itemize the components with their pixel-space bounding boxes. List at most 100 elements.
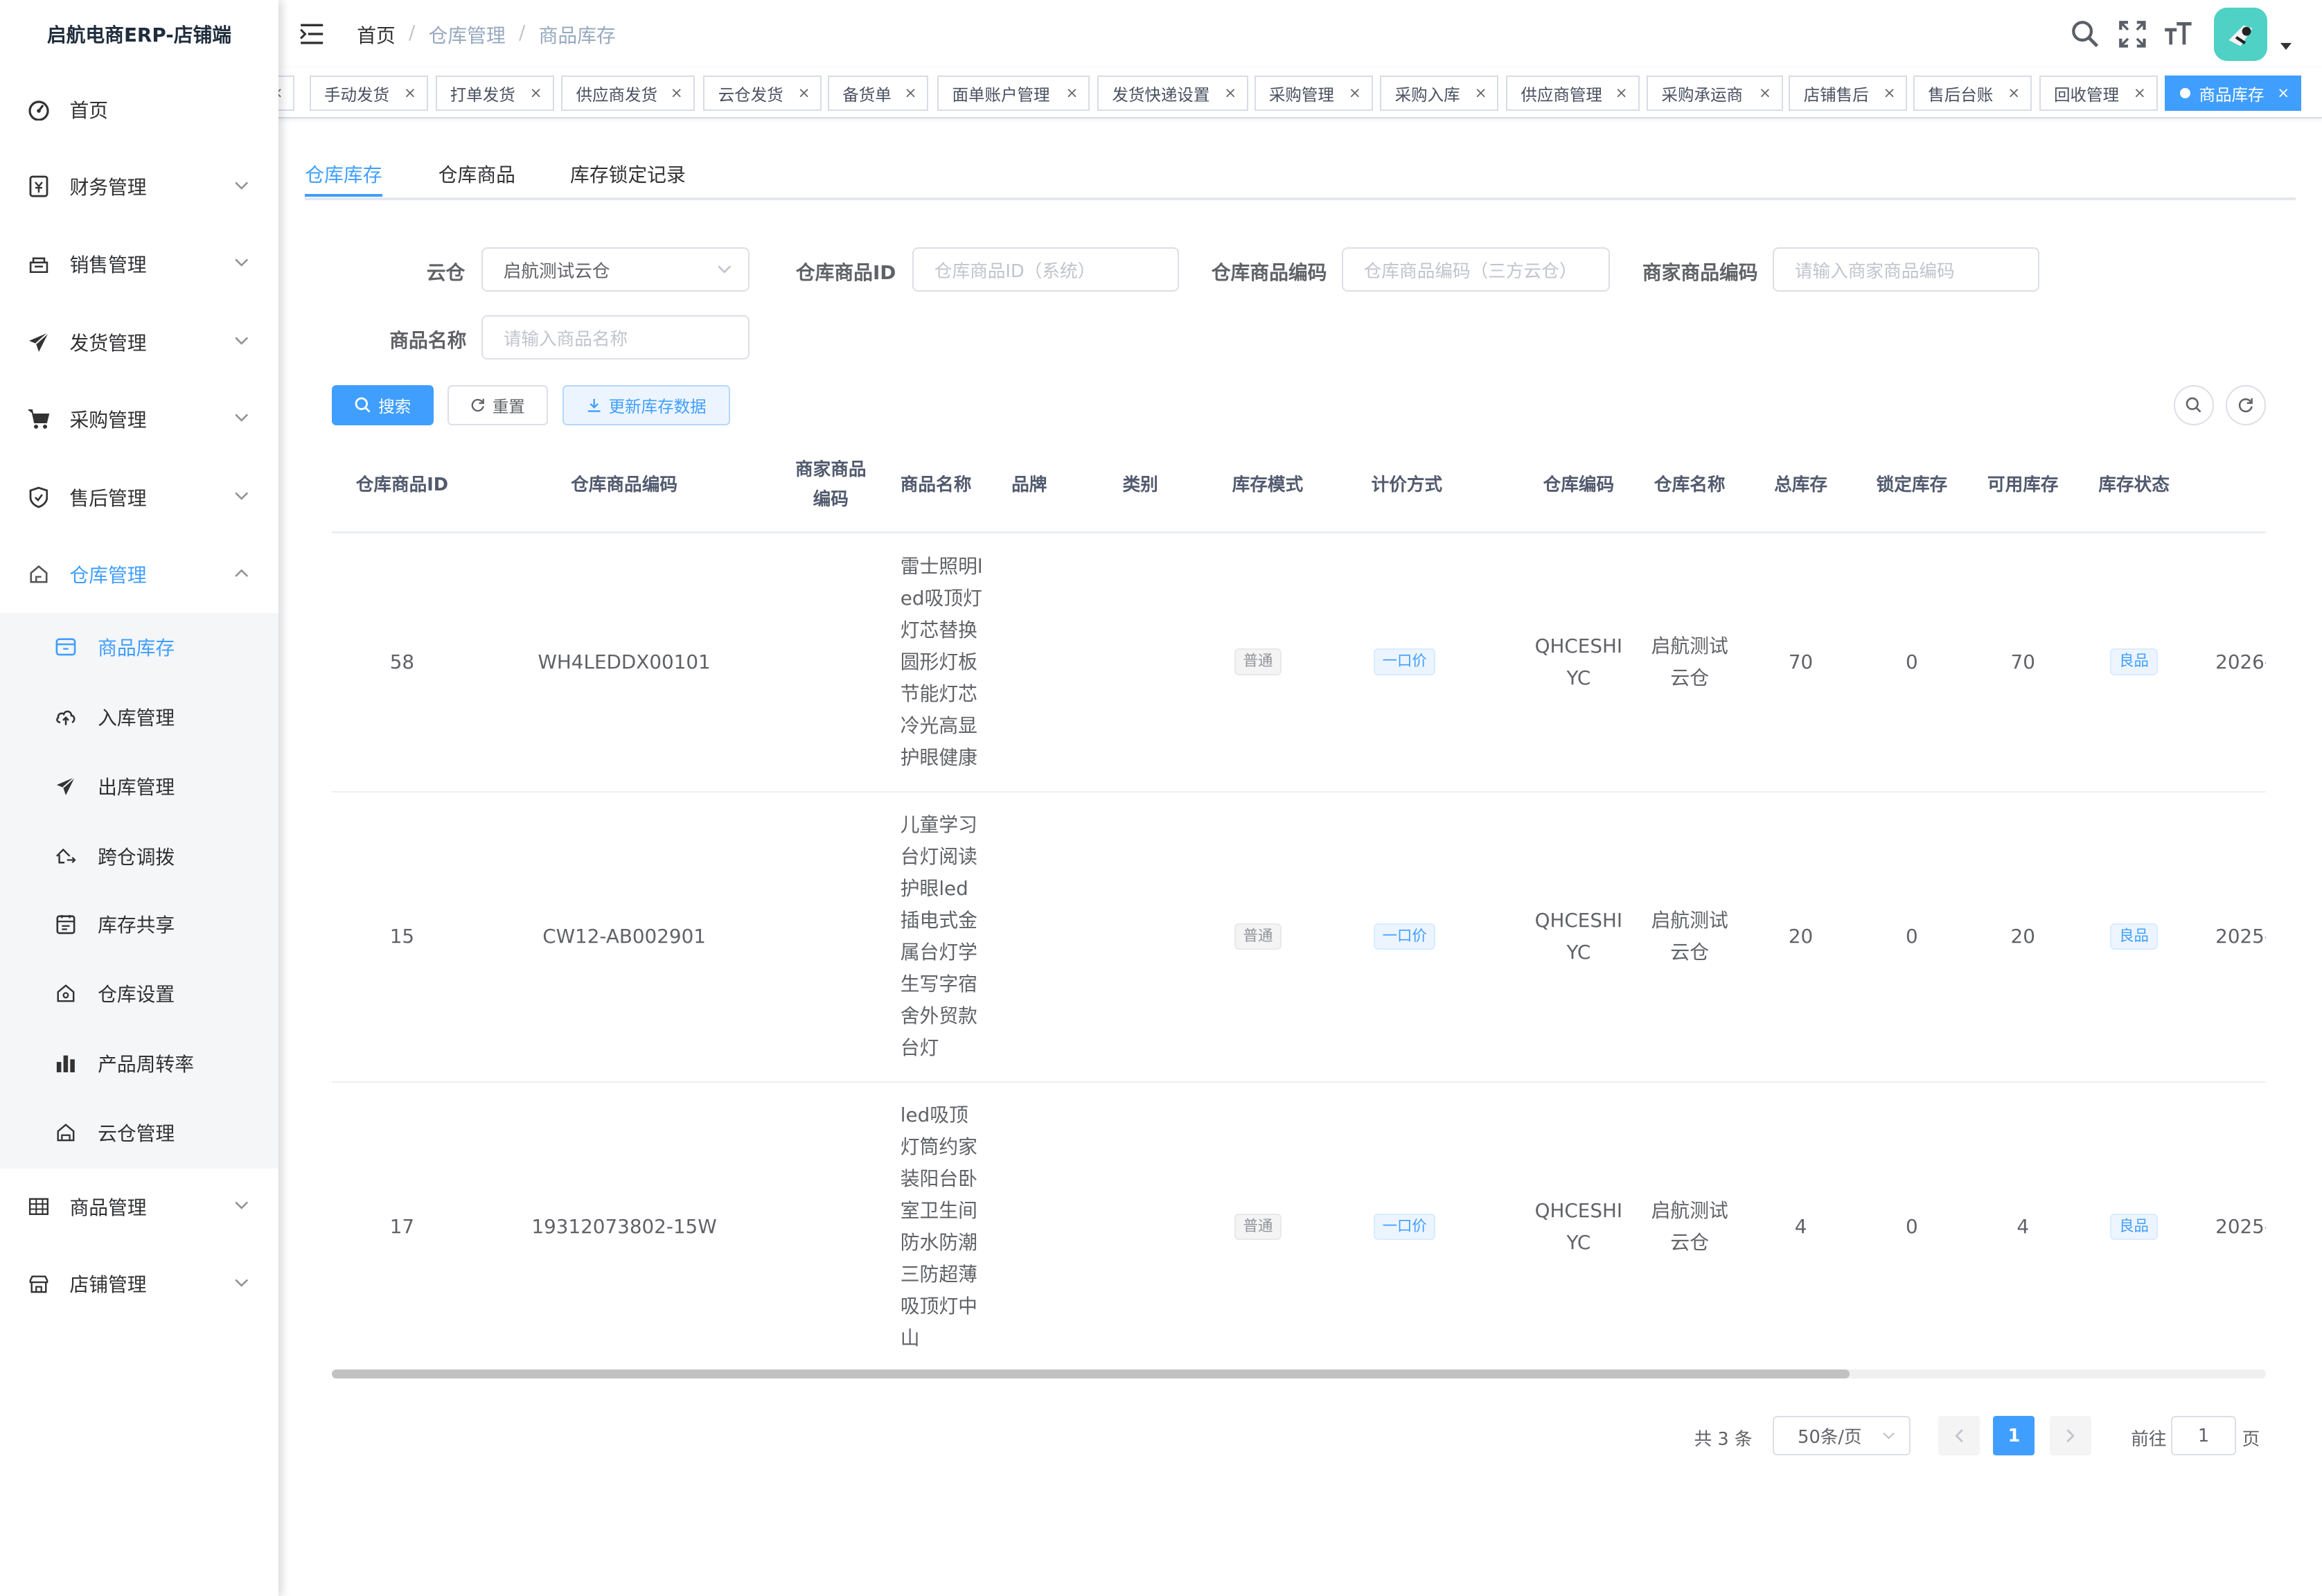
reset-button[interactable]: 重置 (447, 384, 548, 425)
tab-lock-records[interactable]: 库存锁定记录 (570, 160, 686, 188)
tag-item[interactable]: 手动发货 × (309, 76, 428, 112)
close-icon[interactable]: × (1224, 85, 1237, 102)
close-icon[interactable]: × (1615, 85, 1628, 102)
close-icon[interactable]: × (278, 85, 283, 102)
tag-item[interactable]: 采购入库 × (1380, 76, 1499, 112)
page-number-current[interactable]: 1 (1993, 1415, 2035, 1456)
sidebar-item-label: 财务管理 (69, 176, 147, 200)
cell-mode: 普通 (1217, 792, 1299, 1081)
chevron-down-icon (235, 1279, 248, 1287)
sidebar-subitem-cloud[interactable]: 云仓管理 (0, 1099, 278, 1167)
tag-item[interactable]: 打单发货 × (435, 76, 554, 112)
cell-available: 70 (2010, 650, 2035, 673)
close-icon[interactable]: × (530, 85, 542, 102)
tag-item[interactable]: 备货单 × (828, 76, 929, 112)
tag-item[interactable]: 发货快递设置 × (1097, 76, 1249, 112)
avatar[interactable] (2214, 7, 2267, 61)
close-icon[interactable]: × (798, 85, 810, 102)
tag-truncated[interactable]: × (278, 76, 295, 112)
tag-item[interactable]: 采购管理 × (1254, 76, 1373, 112)
tag-item[interactable]: 采购承运商 × (1647, 76, 1783, 112)
prev-page-button[interactable] (1938, 1415, 1980, 1456)
tag-item-active[interactable]: 商品库存 × (2165, 76, 2302, 112)
close-icon[interactable]: × (905, 85, 917, 102)
page-size-select[interactable]: 50条/页 (1772, 1415, 1911, 1456)
close-icon[interactable]: × (404, 85, 416, 102)
sidebar-subitem-inbound[interactable]: 入库管理 (0, 683, 278, 751)
download-icon (587, 398, 601, 412)
close-icon[interactable]: × (1759, 85, 1771, 102)
font-size-icon[interactable] (2163, 19, 2193, 49)
hamburger-icon[interactable] (299, 22, 324, 46)
merchant-code-input[interactable]: 请输入商家商品编码 (1772, 247, 2039, 292)
goods-code-input[interactable]: 仓库商品编码（三方云仓） (1341, 247, 1610, 292)
search-icon[interactable] (2071, 19, 2100, 49)
chevron-down-icon (718, 265, 731, 274)
caret-down-icon[interactable] (2280, 42, 2292, 50)
chevron-down-icon (235, 1201, 248, 1210)
close-icon[interactable]: × (671, 85, 683, 102)
sidebar-subitem-turnover[interactable]: 产品周转率 (0, 1029, 278, 1097)
close-icon[interactable]: × (2277, 85, 2289, 102)
active-dot-icon (2179, 88, 2190, 99)
close-icon[interactable]: × (2134, 85, 2146, 102)
sidebar-item-sales[interactable]: 销售管理 (0, 225, 278, 302)
sidebar-subitem-outbound[interactable]: 出库管理 (0, 752, 278, 820)
sidebar: 启航电商ERP-店铺端 首页 财务管理 销售管理 发货管理 采购管理 售后管理 … (0, 0, 278, 1596)
update-inventory-button[interactable]: 更新库存数据 (562, 384, 730, 425)
sidebar-subitem-share[interactable]: 库存共享 (0, 890, 278, 958)
sidebar-item-aftersales[interactable]: 售后管理 (0, 459, 278, 536)
breadcrumb-separator: / (518, 20, 526, 44)
cell-date: 2025- (2215, 1215, 2266, 1239)
tag-item[interactable]: 云仓发货 × (703, 76, 822, 112)
close-icon[interactable]: × (1066, 85, 1079, 102)
tag-item[interactable]: 供应商管理 × (1506, 76, 1640, 112)
tag-item[interactable]: 店铺售后 × (1789, 76, 1908, 112)
tab-warehouse-goods[interactable]: 仓库商品 (438, 160, 515, 188)
tag-item[interactable]: 回收管理 × (2039, 76, 2158, 112)
toggle-search-button[interactable] (2174, 384, 2214, 425)
sidebar-item-home[interactable]: 首页 (0, 71, 278, 148)
sidebar-item-label: 首页 (69, 99, 109, 123)
cell-wh-code: QHCESHIYC (1534, 1199, 1623, 1254)
sidebar-item-purchase[interactable]: 采购管理 (0, 380, 278, 457)
goods-name-input[interactable]: 请输入商品名称 (481, 315, 750, 360)
mode-tag: 普通 (1234, 923, 1282, 950)
close-icon[interactable]: × (1349, 85, 1361, 102)
refresh-button[interactable] (2226, 384, 2266, 425)
sidebar-subitem-inventory[interactable]: 商品库存 (0, 613, 278, 681)
tab-warehouse-inventory[interactable]: 仓库库存 (305, 160, 382, 188)
close-icon[interactable]: × (1475, 85, 1487, 102)
fullscreen-icon[interactable] (2118, 19, 2147, 49)
cell-code: CW12-AB002901 (542, 925, 706, 948)
chevron-right-icon (2066, 1429, 2075, 1443)
sidebar-subitem-transfer[interactable]: 跨仓调拨 (0, 822, 278, 889)
breadcrumb-home[interactable]: 首页 (357, 21, 396, 48)
tag-item[interactable]: 售后台账 × (1913, 76, 2032, 112)
cell-locked: 0 (1906, 1215, 1918, 1239)
sidebar-item-shipping[interactable]: 发货管理 (0, 303, 278, 380)
sidebar-item-finance[interactable]: 财务管理 (0, 148, 278, 225)
close-icon[interactable]: × (1884, 85, 1896, 102)
status-badge: 良品 (2110, 923, 2158, 950)
next-page-button[interactable] (2049, 1415, 2091, 1456)
sidebar-item-goods[interactable]: 商品管理 (0, 1169, 278, 1245)
cloud-select[interactable]: 启航测试云仓 (481, 247, 750, 292)
sidebar-item-store[interactable]: 店铺管理 (0, 1245, 278, 1322)
close-icon[interactable]: × (2008, 85, 2020, 102)
cell-available: 4 (2017, 1215, 2030, 1239)
goods-id-input[interactable]: 仓库商品ID（系统） (912, 247, 1179, 292)
scrollbar-thumb[interactable] (331, 1369, 1850, 1379)
tag-item[interactable]: 供应商发货 × (561, 76, 695, 112)
pricing-tag: 一口价 (1373, 923, 1436, 950)
cell-name: 儿童学习台灯阅读护眼led插电式金属台灯学生写字宿舍外贸款台灯 (900, 813, 977, 1060)
search-button[interactable]: 搜索 (331, 384, 434, 425)
tag-item[interactable]: 面单账户管理 × (937, 76, 1090, 112)
goto-page-input[interactable]: 1 (2171, 1415, 2237, 1456)
breadcrumb-warehouse: 仓库管理 (428, 24, 506, 47)
sidebar-subitem-settings[interactable]: 仓库设置 (0, 959, 278, 1027)
sidebar-item-warehouse[interactable]: 仓库管理 (0, 536, 278, 613)
cell-id: 15 (389, 925, 415, 948)
search-icon (355, 397, 371, 413)
col-header: 仓库商品ID (355, 474, 449, 495)
